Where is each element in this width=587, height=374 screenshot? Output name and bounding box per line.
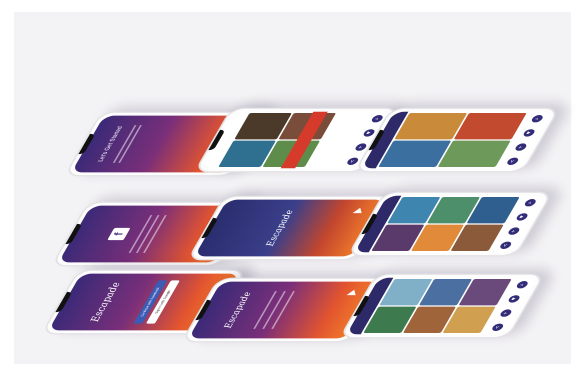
phone-screen: < + ♥ ⌕ [354, 195, 546, 253]
heart-icon[interactable]: ♥ [514, 213, 529, 221]
phone-feed-2: < + ♥ ⌕ [346, 191, 554, 257]
search-icon[interactable]: ⌕ [522, 199, 537, 207]
brand-logo: Escapade [263, 209, 296, 247]
phone-feed-1: < + ♥ ⌕ [353, 107, 561, 173]
search-icon[interactable]: ⌕ [529, 115, 544, 123]
next-arrow-icon[interactable] [352, 207, 365, 214]
phone-screen: < + ♥ ⌕ [346, 277, 538, 335]
brand-logo: Escapade [87, 282, 123, 322]
share-icon[interactable]: < [498, 241, 513, 249]
mockup-stage: Let's Get Started f Escapade Continue wi… [14, 12, 571, 364]
heart-icon[interactable]: ♥ [506, 295, 521, 303]
share-icon[interactable]: < [490, 323, 505, 331]
phone-screen: < + ♥ ⌕ [361, 111, 553, 169]
share-icon[interactable]: < [505, 157, 520, 165]
facebook-icon[interactable]: f [107, 227, 131, 241]
share-icon[interactable]: < [345, 157, 360, 165]
heart-icon[interactable]: ♥ [521, 129, 536, 137]
add-icon[interactable]: + [498, 309, 513, 317]
add-icon[interactable]: + [513, 143, 528, 151]
phone-feed-3: < + ♥ ⌕ [338, 273, 546, 339]
add-icon[interactable]: + [506, 227, 521, 235]
search-icon[interactable]: ⌕ [514, 281, 529, 289]
brand-logo: Escapade [221, 291, 254, 329]
next-arrow-icon[interactable] [346, 289, 359, 296]
